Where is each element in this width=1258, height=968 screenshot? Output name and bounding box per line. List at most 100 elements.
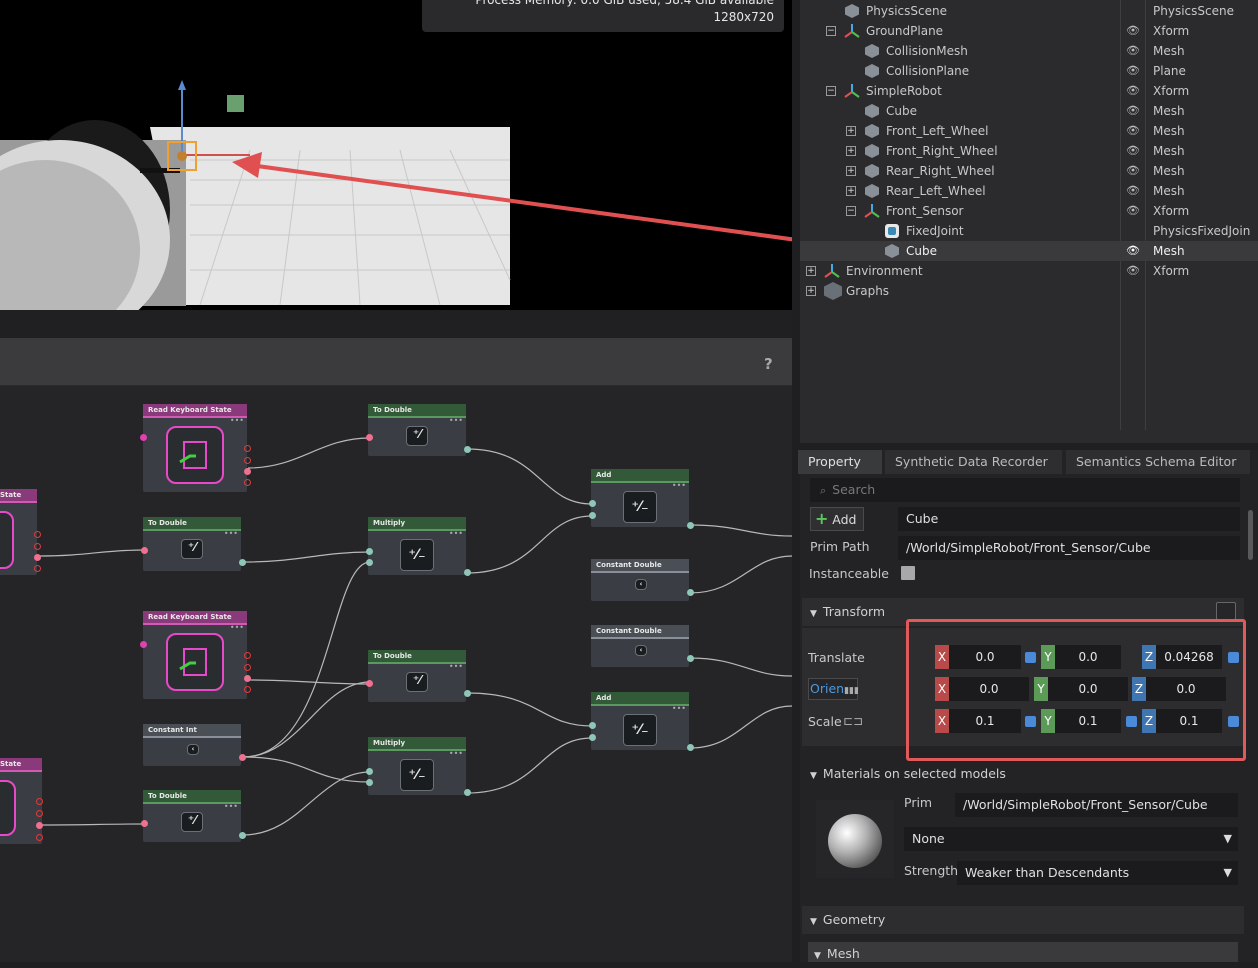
expand-icon[interactable]: +	[846, 146, 856, 156]
more-icon[interactable]: •••	[224, 530, 238, 538]
eye-icon[interactable]: 👁	[1126, 241, 1140, 261]
tab-semantics-schema-editor[interactable]: Semantics Schema Editor	[1066, 450, 1250, 474]
more-icon[interactable]: •••	[449, 663, 463, 671]
output-pin[interactable]	[34, 565, 41, 572]
graph-node-partial[interactable]: State	[0, 489, 37, 575]
output-pin[interactable]	[687, 655, 694, 662]
eye-icon[interactable]: 👁	[1126, 101, 1140, 121]
expand-icon[interactable]: +	[846, 126, 856, 136]
output-pin[interactable]	[36, 834, 43, 841]
prim-path-field[interactable]: /World/SimpleRobot/Front_Sensor/Cube	[898, 536, 1240, 560]
stage-row[interactable]: + Rear_Right_Wheel 👁 Mesh	[800, 161, 1258, 181]
stage-row[interactable]: − Front_Sensor 👁 Xform	[800, 201, 1258, 221]
eye-icon[interactable]: 👁	[1126, 121, 1140, 141]
viewport[interactable]: Process Memory: 0.0 GiB used, 58.4 GiB a…	[0, 0, 792, 310]
eye-icon[interactable]: 👁	[1126, 141, 1140, 161]
action-graph-canvas[interactable]: State State Read Keyboard State ••• Read…	[0, 386, 792, 962]
instanceable-checkbox[interactable]	[901, 566, 915, 580]
output-pin[interactable]	[239, 754, 246, 761]
stage-row[interactable]: + Rear_Left_Wheel 👁 Mesh	[800, 181, 1258, 201]
eye-icon[interactable]: 👁	[1126, 181, 1140, 201]
more-icon[interactable]: •••	[230, 624, 244, 632]
output-pin[interactable]	[244, 664, 251, 671]
input-pin[interactable]	[366, 434, 373, 441]
more-icon[interactable]: •••	[224, 803, 238, 811]
stage-row[interactable]: + Environment 👁 Xform	[800, 261, 1258, 281]
input-pin[interactable]	[366, 559, 373, 566]
eye-icon[interactable]: 👁	[1126, 81, 1140, 101]
stage-row[interactable]: + Front_Left_Wheel 👁 Mesh	[800, 121, 1258, 141]
output-pin[interactable]	[464, 789, 471, 796]
stage-row[interactable]: PhysicsScene PhysicsScene	[800, 1, 1258, 21]
multiply-node[interactable]: Multiply ••• ⁺⁄₋	[368, 737, 466, 795]
input-pin[interactable]	[366, 768, 373, 775]
output-pin[interactable]	[687, 589, 694, 596]
more-icon[interactable]: •••	[672, 705, 686, 713]
materials-section-header[interactable]: ▼ Materials on selected models	[802, 760, 1244, 788]
search-input[interactable]: ⌕ Search	[810, 478, 1240, 502]
property-scrollbar[interactable]	[1248, 510, 1253, 560]
input-pin[interactable]	[589, 500, 596, 507]
input-pin[interactable]	[366, 680, 373, 687]
output-pin[interactable]	[464, 569, 471, 576]
output-pin[interactable]	[239, 832, 246, 839]
stage-row[interactable]: − SimpleRobot 👁 Xform	[800, 81, 1258, 101]
eye-icon[interactable]: 👁	[1126, 201, 1140, 221]
eye-icon[interactable]: 👁	[1126, 21, 1140, 41]
expand-icon[interactable]: +	[846, 186, 856, 196]
stage-row[interactable]: + Front_Right_Wheel 👁 Mesh	[800, 141, 1258, 161]
eye-icon[interactable]: 👁	[1126, 161, 1140, 181]
output-pin[interactable]	[244, 652, 251, 659]
output-pin[interactable]	[36, 822, 43, 829]
expand-icon[interactable]: +	[846, 166, 856, 176]
geometry-section-header[interactable]: ▼ Geometry	[802, 906, 1244, 934]
stage-row[interactable]: FixedJoint PhysicsFixedJoin	[800, 221, 1258, 241]
output-pin[interactable]	[244, 479, 251, 486]
exec-input-pin[interactable]	[140, 641, 147, 648]
stage-row-selected[interactable]: Cube 👁 Mesh	[800, 241, 1258, 261]
input-pin[interactable]	[589, 722, 596, 729]
output-pin[interactable]	[244, 686, 251, 693]
mesh-subsection-header[interactable]: ▼ Mesh	[808, 942, 1238, 962]
more-icon[interactable]: •••	[230, 417, 244, 425]
more-icon[interactable]: •••	[449, 417, 463, 425]
input-pin[interactable]	[366, 779, 373, 786]
strength-select[interactable]: Weaker than Descendants ▼	[957, 861, 1238, 885]
eye-icon[interactable]: 👁	[1126, 61, 1140, 81]
to-double-node[interactable]: To Double ••• ⁺⁄	[368, 404, 466, 456]
output-pin[interactable]	[244, 445, 251, 452]
add-node[interactable]: Add ••• ⁺⁄₋	[591, 469, 689, 527]
eye-icon[interactable]: 👁	[1126, 41, 1140, 61]
more-icon[interactable]: •••	[449, 530, 463, 538]
output-pin[interactable]	[34, 543, 41, 550]
output-pin[interactable]	[36, 810, 43, 817]
more-icon[interactable]: •••	[449, 750, 463, 758]
read-keyboard-state-node[interactable]: Read Keyboard State •••	[143, 611, 247, 699]
to-double-node[interactable]: To Double ••• ⁺⁄	[143, 790, 241, 842]
help-icon[interactable]: ?	[764, 355, 773, 373]
collapse-icon[interactable]: −	[826, 86, 836, 96]
input-pin[interactable]	[589, 512, 596, 519]
material-select[interactable]: None ▼	[904, 827, 1238, 851]
constant-double-node[interactable]: Constant Double ‹	[591, 559, 689, 601]
exec-input-pin[interactable]	[140, 434, 147, 441]
link-icon[interactable]: ⊏⊐	[843, 714, 863, 728]
input-pin[interactable]	[141, 820, 148, 827]
stage-row[interactable]: CollisionPlane 👁 Plane	[800, 61, 1258, 81]
tab-property[interactable]: Property	[798, 450, 882, 474]
output-pin[interactable]	[464, 446, 471, 453]
read-keyboard-state-node[interactable]: Read Keyboard State •••	[143, 404, 247, 492]
collapse-icon[interactable]: −	[826, 26, 836, 36]
add-button[interactable]: + Add	[810, 507, 864, 531]
constant-double-node[interactable]: Constant Double ‹	[591, 625, 689, 667]
eye-icon[interactable]: 👁	[1126, 261, 1140, 281]
multiply-node[interactable]: Multiply ••• ⁺⁄₋	[368, 517, 466, 575]
expand-icon[interactable]: +	[806, 266, 816, 276]
transform-options-icon[interactable]	[1216, 602, 1236, 620]
output-pin[interactable]	[239, 559, 246, 566]
output-pin[interactable]	[464, 690, 471, 697]
expand-icon[interactable]: +	[806, 286, 816, 296]
more-icon[interactable]: •••	[672, 482, 686, 490]
input-pin[interactable]	[366, 548, 373, 555]
to-double-node[interactable]: To Double ••• ⁺⁄	[143, 517, 241, 571]
